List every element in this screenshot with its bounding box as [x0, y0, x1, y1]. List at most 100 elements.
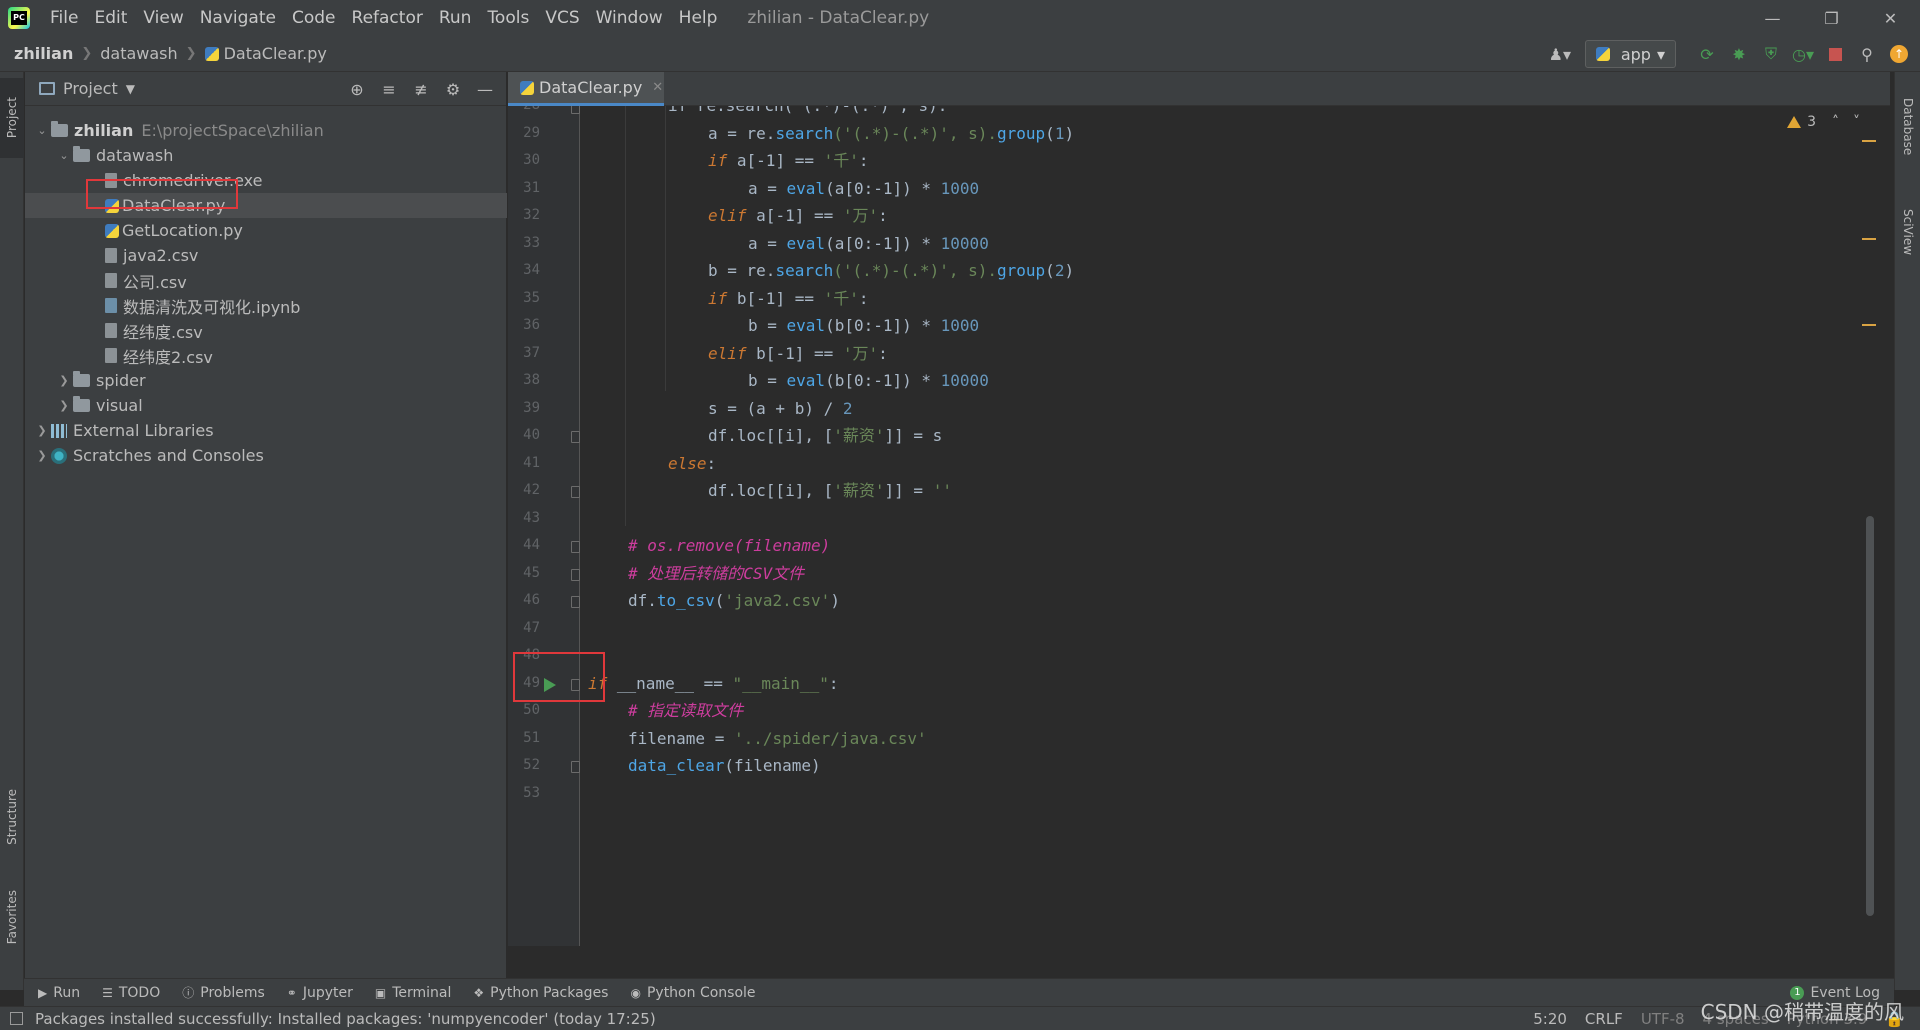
minimize-button[interactable]: —: [1743, 0, 1802, 36]
fold-marker-icon[interactable]: [571, 431, 580, 443]
chevron-right-icon[interactable]: ❯: [55, 399, 73, 412]
status-bar: Packages installed successfully: Install…: [0, 1006, 1920, 1030]
close-icon[interactable]: ✕: [652, 80, 663, 95]
tab-todo[interactable]: ☰ TODO: [102, 985, 160, 1001]
collapse-all-icon[interactable]: ≢: [408, 76, 434, 102]
chevron-down-icon[interactable]: ˅: [1853, 114, 1860, 130]
line-number: 47: [523, 619, 540, 636]
chevron-up-icon[interactable]: ˄: [1832, 114, 1839, 130]
menu-edit[interactable]: Edit: [86, 0, 135, 36]
warning-stripe-marker[interactable]: [1862, 140, 1876, 142]
user-icon[interactable]: ♟▾: [1547, 41, 1573, 67]
tab-problems[interactable]: ⓘ Problems: [182, 984, 265, 1001]
tree-item-datawash[interactable]: ⌄ datawash: [25, 143, 507, 168]
tab-python-console[interactable]: ◉ Python Console: [630, 985, 755, 1001]
code-text: eval: [786, 316, 826, 335]
vertical-scrollbar[interactable]: [1866, 516, 1874, 916]
locate-file-icon[interactable]: ⊕: [344, 76, 370, 102]
chevron-right-icon[interactable]: ❯: [33, 449, 51, 462]
chevron-down-icon[interactable]: ⌄: [33, 124, 51, 137]
update-icon[interactable]: ↑: [1886, 41, 1912, 67]
tree-item-company-csv[interactable]: 公司.csv: [25, 268, 507, 293]
fold-marker-icon[interactable]: [571, 541, 580, 553]
chevron-right-icon[interactable]: ❯: [55, 374, 73, 387]
code-text: '千': [823, 151, 859, 170]
csv-file-icon: [105, 248, 117, 263]
breadcrumb-project[interactable]: zhilian: [14, 44, 73, 63]
menu-refactor[interactable]: Refactor: [344, 0, 431, 36]
tab-python-packages[interactable]: ❖ Python Packages: [473, 985, 608, 1001]
fold-marker-icon[interactable]: [571, 569, 580, 581]
line-number: 30: [523, 152, 540, 168]
tree-item-notebook[interactable]: 数据清洗及可视化.ipynb: [25, 293, 507, 318]
fold-marker-icon[interactable]: [571, 596, 580, 608]
close-window-button[interactable]: ✕: [1861, 0, 1920, 36]
gear-icon[interactable]: ⚙: [440, 76, 466, 102]
database-tool-tab[interactable]: Database: [1896, 82, 1920, 172]
tree-item-latlng-csv[interactable]: 经纬度.csv: [25, 318, 507, 343]
window-title: zhilian - DataClear.py: [747, 8, 930, 28]
warning-stripe-marker[interactable]: [1862, 238, 1876, 240]
favorites-tool-tab[interactable]: Favorites: [0, 872, 24, 962]
menu-help[interactable]: Help: [671, 0, 726, 36]
code-editor[interactable]: 2829303132333435363738394041424344454647…: [508, 106, 1890, 946]
menu-tools[interactable]: Tools: [479, 0, 537, 36]
file-encoding[interactable]: UTF-8: [1641, 1010, 1685, 1028]
tab-run[interactable]: ▶ Run: [38, 985, 80, 1001]
chevron-down-icon[interactable]: ▼: [126, 82, 135, 96]
menu-run[interactable]: Run: [431, 0, 480, 36]
menu-vcs[interactable]: VCS: [537, 0, 587, 36]
run-configuration-select[interactable]: app ▾: [1584, 40, 1676, 68]
debug-icon[interactable]: ✸: [1726, 41, 1752, 67]
code-text: ]] =: [884, 481, 933, 500]
breadcrumb-folder[interactable]: datawash: [100, 44, 177, 63]
structure-tool-tab[interactable]: Structure: [0, 772, 24, 862]
inspection-widget[interactable]: 3 ˄ ˅: [1787, 114, 1860, 130]
restore-button[interactable]: ❐: [1802, 0, 1861, 36]
jupyter-icon: ⚭: [286, 985, 297, 1000]
python-console-icon: ◉: [630, 985, 641, 1000]
tree-item-visual[interactable]: ❯ visual: [25, 393, 507, 418]
run-config-label: app: [1620, 44, 1651, 64]
fold-marker-icon[interactable]: [571, 106, 580, 114]
coverage-icon[interactable]: ⛨: [1758, 41, 1784, 67]
search-icon[interactable]: ⚲: [1854, 41, 1880, 67]
tree-item-zhilian[interactable]: ⌄ zhilian E:\projectSpace\zhilian: [25, 118, 507, 143]
menu-code[interactable]: Code: [284, 0, 344, 36]
code-text: a = re.: [708, 123, 776, 143]
hide-panel-icon[interactable]: —: [472, 76, 498, 102]
expand-all-icon[interactable]: ≡: [376, 76, 402, 102]
chevron-down-icon[interactable]: ⌄: [55, 149, 73, 162]
sciview-tool-tab[interactable]: SciView: [1896, 192, 1920, 272]
menu-file[interactable]: File: [42, 0, 86, 36]
project-tool-tab[interactable]: Project: [0, 78, 24, 158]
fold-marker-icon[interactable]: [571, 486, 580, 498]
line-separator[interactable]: CRLF: [1585, 1010, 1623, 1028]
status-message[interactable]: Packages installed successfully: Install…: [35, 1010, 656, 1028]
code-text: (: [1045, 261, 1055, 280]
tree-item-path: E:\projectSpace\zhilian: [141, 121, 324, 140]
tree-item-spider[interactable]: ❯ spider: [25, 368, 507, 393]
tab-jupyter[interactable]: ⚭ Jupyter: [287, 985, 353, 1001]
tree-item-latlng2-csv[interactable]: 经纬度2.csv: [25, 343, 507, 368]
profile-icon[interactable]: ◷▾: [1790, 41, 1816, 67]
tab-dataclear[interactable]: DataClear.py ✕: [508, 72, 664, 106]
breadcrumb-file[interactable]: DataClear.py: [224, 44, 327, 63]
project-panel-title[interactable]: Project: [63, 79, 118, 98]
fold-marker-icon[interactable]: [571, 761, 580, 773]
tree-item-java2-csv[interactable]: java2.csv: [25, 243, 507, 268]
panel-toggle-icon[interactable]: [10, 1012, 23, 1025]
rerun-icon[interactable]: ⟳: [1694, 41, 1720, 67]
code-text: ): [1064, 123, 1075, 143]
tab-terminal[interactable]: ▣ Terminal: [375, 985, 452, 1001]
tree-item-scratches[interactable]: ❯ Scratches and Consoles: [25, 443, 507, 468]
tree-item-external-libraries[interactable]: ❯ External Libraries: [25, 418, 507, 443]
warning-stripe-marker[interactable]: [1862, 324, 1876, 326]
menu-window[interactable]: Window: [588, 0, 671, 36]
menu-navigate[interactable]: Navigate: [192, 0, 284, 36]
caret-position[interactable]: 5:20: [1533, 1010, 1567, 1028]
stop-icon[interactable]: [1822, 41, 1848, 67]
tree-item-getlocation[interactable]: GetLocation.py: [25, 218, 507, 243]
menu-view[interactable]: View: [135, 0, 191, 36]
chevron-right-icon[interactable]: ❯: [33, 424, 51, 437]
